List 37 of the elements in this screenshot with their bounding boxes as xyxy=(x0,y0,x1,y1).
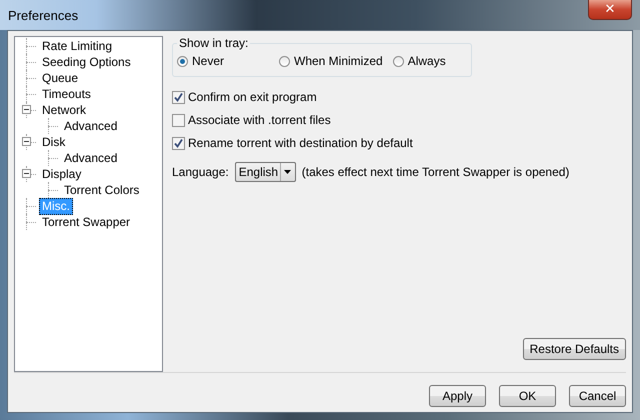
tree-item[interactable]: Torrent Colors xyxy=(61,182,142,198)
language-label: Language: xyxy=(172,165,229,179)
tree-item[interactable]: Timeouts xyxy=(39,86,94,102)
collapse-icon[interactable] xyxy=(22,169,31,178)
tree-item[interactable]: Torrent Swapper xyxy=(39,214,134,230)
tree-item[interactable]: Network xyxy=(39,102,90,118)
restore-defaults-button[interactable]: Restore Defaults xyxy=(522,338,626,360)
tree-item[interactable]: Disk xyxy=(39,134,68,150)
radio-button[interactable] xyxy=(177,56,188,66)
checkbox-label: Confirm on exit program xyxy=(188,90,317,104)
radio-label: When Minimized xyxy=(294,54,383,68)
checkbox-label: Rename torrent with destination by default xyxy=(188,136,413,150)
collapse-icon[interactable] xyxy=(22,105,31,114)
tree-item[interactable]: Rate Limiting xyxy=(39,38,116,54)
checkbox[interactable] xyxy=(172,90,185,104)
radio-button[interactable] xyxy=(392,56,404,66)
checkbox-label: Associate with .torrent files xyxy=(188,113,331,127)
language-dropdown[interactable]: English xyxy=(234,162,296,182)
radio-label: Never xyxy=(192,54,224,68)
close-button[interactable]: ✕ xyxy=(588,0,632,20)
tree-item[interactable]: Queue xyxy=(39,70,82,86)
tree-item[interactable]: Seeding Options xyxy=(39,54,134,70)
window-title: Preferences xyxy=(8,8,78,23)
dialog-button[interactable]: Apply xyxy=(429,385,486,407)
tree-item[interactable]: Advanced xyxy=(61,118,120,134)
group-label: Show in tray: xyxy=(178,36,250,50)
checkbox[interactable] xyxy=(172,136,185,150)
dialog-button[interactable]: Cancel xyxy=(569,385,626,407)
checkbox[interactable] xyxy=(172,114,185,126)
dialog-button[interactable]: OK xyxy=(499,385,556,407)
radio-label: Always xyxy=(408,54,446,68)
collapse-icon[interactable] xyxy=(22,137,31,146)
dropdown-arrow-icon xyxy=(284,170,292,174)
language-note: (takes effect next time Torrent Swapper is opened) xyxy=(302,165,570,179)
radio-button[interactable] xyxy=(279,56,290,66)
tree-item[interactable]: Advanced xyxy=(61,150,120,166)
tree-item[interactable]: Display xyxy=(39,166,84,182)
